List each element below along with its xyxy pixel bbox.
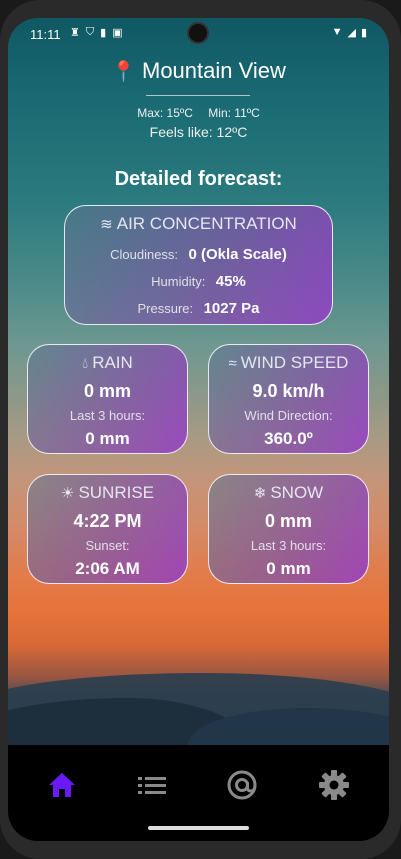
card-title: 💧︎ RAIN <box>28 353 187 373</box>
humidity-label: Humidity: <box>151 274 206 289</box>
sunset-label: Sunset: <box>85 538 130 553</box>
status-bar: 11:11 ♜ ⛉ ▮ ▣ ▼ ◢ ▮ <box>8 18 389 50</box>
wind-sub-value: 360.0º <box>264 429 313 448</box>
app-a-icon: ▣ <box>112 27 123 39</box>
pressure-row: Pressure: 1027 Pa <box>65 300 332 318</box>
snow-value: 0 mm <box>264 511 313 531</box>
water-drop-icon: 💧︎ <box>82 355 89 372</box>
sunset-value: 2:06 AM <box>75 559 140 578</box>
header-divider <box>146 95 250 96</box>
location-header: 📍 Mountain View <box>8 58 389 84</box>
location-pin-icon: 📍 <box>111 61 136 83</box>
status-icons-right: ▼ ◢ ▮ <box>332 26 367 39</box>
max-min-temps: Max: 15ºC Min: 11ºC <box>8 106 389 120</box>
card-title: ≋ AIR CONCENTRATION <box>65 214 332 234</box>
pressure-value: 1027 Pa <box>203 300 260 317</box>
shield-icon: ⛉ <box>85 26 95 38</box>
snow-sub-label: Last 3 hours: <box>250 538 327 553</box>
rain-card[interactable]: 💧︎ RAIN 0 mm Last 3 hours: 0 mm <box>27 344 188 454</box>
nav-list-button[interactable] <box>132 767 172 803</box>
humidity-value: 45% <box>215 273 246 290</box>
wifi-icon: ▼ <box>331 26 343 38</box>
status-time: 11:11 <box>30 27 61 42</box>
cloudiness-value: 0 (Okla Scale) <box>188 246 287 263</box>
gesture-bar[interactable] <box>148 826 249 830</box>
rain-value: 0 mm <box>83 381 132 401</box>
home-icon <box>49 773 75 797</box>
list-icon <box>138 777 166 794</box>
sunrise-value: 4:22 PM <box>73 511 142 531</box>
front-camera <box>187 22 209 44</box>
wind-sub-label: Wind Direction: <box>244 408 333 423</box>
wind-value: 9.0 km/h <box>252 381 325 401</box>
card-title: ☀︎ SUNRISE <box>28 483 187 503</box>
detailed-forecast-title: Detailed forecast: <box>114 168 283 190</box>
card-title: ≈ WIND SPEED <box>209 353 368 373</box>
app-screen: 11:11 ♜ ⛉ ▮ ▣ ▼ ◢ ▮ 📍 Mountain View Max: … <box>8 18 389 841</box>
air-concentration-card[interactable]: ≋ AIR CONCENTRATION Cloudiness: 0 (Okla S… <box>64 205 333 325</box>
sunrise-card[interactable]: ☀︎ SUNRISE 4:22 PM Sunset: 2:06 AM <box>27 474 188 584</box>
wind-title: WIND SPEED <box>240 353 349 372</box>
gear-icon <box>319 770 349 800</box>
snow-title: SNOW <box>270 483 324 502</box>
signal-icon: ◢ <box>347 27 356 39</box>
at-sign-icon <box>227 770 257 800</box>
snow-card[interactable]: ❄︎ SNOW 0 mm Last 3 hours: 0 mm <box>208 474 369 584</box>
sunrise-title: SUNRISE <box>78 483 155 502</box>
min-temp: Min: 11ºC <box>208 106 260 120</box>
air-title: AIR CONCENTRATION <box>116 214 297 233</box>
snow-sub-value: 0 mm <box>266 559 311 578</box>
sd-card-icon: ▮ <box>100 27 107 39</box>
nav-settings-button[interactable] <box>314 767 354 803</box>
pressure-label: Pressure: <box>137 301 194 316</box>
cloudiness-label: Cloudiness: <box>110 247 179 262</box>
wind-icon: ≈ <box>228 355 237 372</box>
max-temp: Max: 15ºC <box>137 106 193 120</box>
snowflake-icon: ❄︎ <box>253 485 267 502</box>
sun-icon: ☀︎ <box>60 485 75 502</box>
battery-icon: ▮ <box>360 27 367 39</box>
rain-sub-label: Last 3 hours: <box>69 408 146 423</box>
city-name: Mountain View <box>142 58 286 83</box>
feels-like: Feels like: 12ºC <box>149 124 248 140</box>
card-title: ❄︎ SNOW <box>209 483 368 503</box>
nav-at-button[interactable] <box>222 767 262 803</box>
notification-icon: ♜ <box>70 27 80 39</box>
rain-sub-value: 0 mm <box>85 429 130 448</box>
humidity-row: Humidity: 45% <box>65 273 332 291</box>
air-waves-icon: ≋ <box>100 216 113 233</box>
nav-home-button[interactable] <box>42 767 82 803</box>
status-icons-left: ♜ ⛉ ▮ ▣ <box>70 26 123 39</box>
cloudiness-row: Cloudiness: 0 (Okla Scale) <box>65 246 332 264</box>
rain-title: RAIN <box>92 353 133 372</box>
wind-speed-card[interactable]: ≈ WIND SPEED 9.0 km/h Wind Direction: 360… <box>208 344 369 454</box>
